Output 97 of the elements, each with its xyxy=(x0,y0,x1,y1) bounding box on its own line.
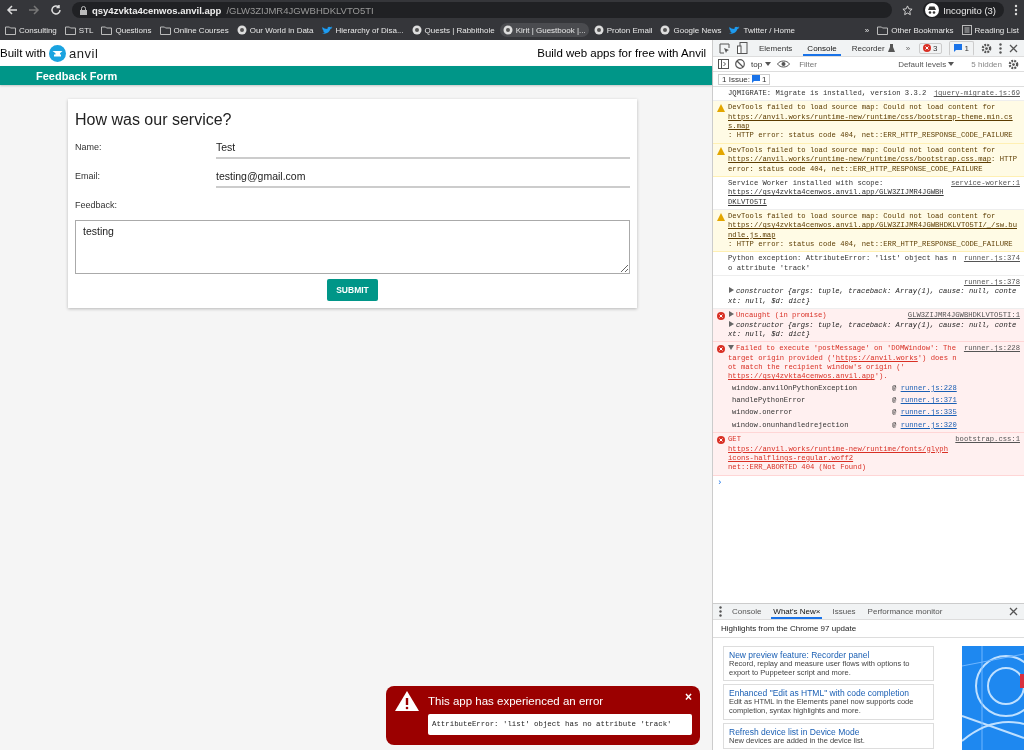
warning-icon xyxy=(717,146,725,155)
feature-title: Refresh device list in Device Mode xyxy=(729,726,861,737)
feedback-field[interactable]: testing xyxy=(75,220,630,274)
eye-icon[interactable] xyxy=(777,60,791,68)
folder-icon xyxy=(101,25,113,35)
globe-icon xyxy=(236,25,247,35)
message-icon xyxy=(953,44,962,52)
built-with-text: Built with xyxy=(0,47,47,59)
menu-icon[interactable] xyxy=(1014,4,1018,16)
error-icon xyxy=(923,44,932,52)
bookmark[interactable]: Other Bookmarks xyxy=(874,23,957,37)
flask-icon xyxy=(887,44,895,52)
form-title: How was our service? xyxy=(75,111,233,129)
message-count[interactable]: 1 xyxy=(948,40,974,56)
more-bookmarks[interactable]: » xyxy=(861,25,873,35)
levels-dropdown[interactable]: Default levels xyxy=(898,59,955,69)
expand-icon[interactable] xyxy=(728,287,734,294)
warning-icon xyxy=(717,212,725,221)
caret-icon xyxy=(765,62,772,66)
warning-icon xyxy=(717,104,725,113)
warning-icon xyxy=(394,690,420,712)
device-icon[interactable] xyxy=(737,42,748,54)
error-title: This app has experienced an error xyxy=(428,695,605,707)
field-label: Name: xyxy=(75,141,103,152)
devtools-tab[interactable]: Elements xyxy=(755,40,797,56)
bookmark[interactable]: Kirit | Guestbook |... xyxy=(499,23,589,37)
inspect-icon[interactable] xyxy=(719,42,730,54)
globe-icon xyxy=(502,25,513,35)
context-dropdown[interactable]: top xyxy=(751,59,772,69)
app-title: Feedback Form xyxy=(36,69,118,82)
bookmark[interactable]: Questions xyxy=(98,23,155,37)
lock-icon xyxy=(80,5,87,15)
globe-icon xyxy=(411,25,422,35)
more-tabs[interactable]: » xyxy=(905,43,911,53)
address-bar[interactable]: qsy4zvkta4cenwos.anvil.app /GLW3ZIJMR4JGWBHDKLVTO5TI xyxy=(72,2,893,18)
drawer-tab[interactable]: Issues xyxy=(830,604,858,619)
bookmark[interactable]: Consulting xyxy=(2,23,60,37)
bookmark[interactable]: Online Courses xyxy=(156,23,232,37)
field-label: Email: xyxy=(75,170,101,181)
highlights-heading: Highlights from the Chrome 97 update xyxy=(713,620,1024,638)
expand-icon[interactable] xyxy=(728,311,734,318)
error-icon xyxy=(717,312,725,321)
more-icon[interactable] xyxy=(999,42,1002,54)
bookmark[interactable]: Quests | Rabbithole xyxy=(408,23,498,37)
anvil-logo-icon xyxy=(49,44,67,62)
clear-icon[interactable] xyxy=(735,59,745,69)
error-icon xyxy=(717,345,725,354)
bookmark[interactable]: Twitter / Home xyxy=(726,23,799,37)
devtools-tab[interactable]: Recorder xyxy=(847,40,899,56)
close-icon[interactable] xyxy=(1009,43,1018,53)
field-label: Feedback: xyxy=(75,199,119,212)
bookmark[interactable]: STL xyxy=(61,23,97,37)
close-button[interactable]: × xyxy=(685,690,692,704)
feature-title: New preview feature: Recorder panel xyxy=(729,650,871,660)
error-icon xyxy=(717,436,725,445)
list-icon xyxy=(961,25,972,35)
settings-icon[interactable] xyxy=(1008,58,1019,70)
folder-icon xyxy=(64,25,76,35)
bird-icon xyxy=(729,25,741,35)
close-icon[interactable] xyxy=(1009,607,1018,616)
drawer-tab[interactable]: Console xyxy=(730,604,764,619)
folder-icon xyxy=(877,25,889,35)
settings-icon[interactable] xyxy=(981,42,992,54)
globe-icon xyxy=(593,25,604,35)
reading-list[interactable]: Reading List xyxy=(958,23,1022,37)
more-icon[interactable] xyxy=(719,606,722,617)
sidebar-icon[interactable] xyxy=(718,59,729,69)
bookmark[interactable]: Proton Email xyxy=(590,23,656,37)
incognito-icon xyxy=(925,3,940,17)
error-count[interactable]: 3 xyxy=(919,42,942,54)
star-icon[interactable] xyxy=(902,4,914,16)
devtools-tab[interactable]: Console xyxy=(803,40,841,56)
back-icon[interactable] xyxy=(6,4,18,16)
drawer-tab[interactable]: Performance monitor xyxy=(865,604,945,619)
issues-button[interactable]: 1 Issue: 1 xyxy=(718,73,771,85)
bookmark[interactable]: Google News xyxy=(657,23,725,37)
feature-title: Enhanced "Edit as HTML" with code completion xyxy=(729,688,910,699)
submit-button[interactable]: SUBMIT xyxy=(327,279,378,301)
logo-text: anvil xyxy=(69,45,99,61)
caret-icon xyxy=(948,62,955,66)
console-prompt[interactable]: › xyxy=(713,475,1024,492)
forward-icon[interactable] xyxy=(28,4,40,16)
bird-icon xyxy=(321,25,333,35)
tab-close-button[interactable]: × xyxy=(815,607,821,616)
folder-icon xyxy=(5,25,16,35)
profile-button[interactable]: Incognito (3) xyxy=(923,2,1004,18)
promo-link[interactable]: Build web apps for free with Anvil xyxy=(537,47,706,59)
globe-icon xyxy=(660,25,671,35)
drawer-tab[interactable]: What's New× xyxy=(771,604,823,619)
message-icon xyxy=(752,75,760,83)
expand-icon[interactable] xyxy=(728,320,734,327)
bookmark[interactable]: Our World in Data xyxy=(233,23,317,37)
hidden-count: 5 hidden xyxy=(971,59,1002,69)
bookmark[interactable]: Hierarchy of Disa... xyxy=(318,23,407,37)
folder-icon xyxy=(159,25,171,35)
collapse-icon[interactable] xyxy=(728,344,734,351)
reload-icon[interactable] xyxy=(50,4,62,16)
